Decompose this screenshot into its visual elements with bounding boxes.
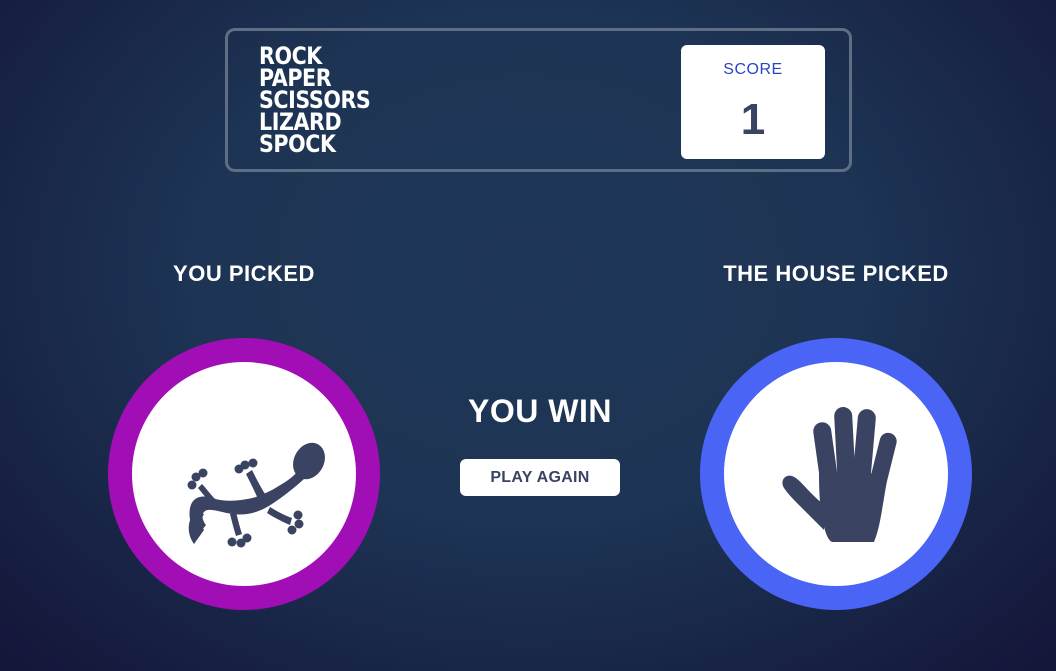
you-picked-label: YOU PICKED bbox=[173, 261, 315, 286]
scoreboard-header: ROCK PAPER SCISSORS LIZARD SPOCK SCORE 1 bbox=[225, 28, 852, 172]
title-word: SPOCK bbox=[259, 130, 336, 158]
result-text: YOU WIN bbox=[468, 393, 612, 429]
spock-hand-icon bbox=[782, 407, 897, 542]
score-label: SCORE bbox=[723, 61, 783, 78]
house-picked-label: THE HOUSE PICKED bbox=[723, 261, 949, 286]
house-choice-token bbox=[700, 338, 972, 610]
player-choice-token bbox=[108, 338, 380, 610]
play-again-button[interactable]: PLAY AGAIN bbox=[460, 459, 620, 496]
player-token-face bbox=[132, 362, 356, 586]
game-title: ROCK PAPER SCISSORS LIZARD SPOCK bbox=[259, 44, 389, 158]
score-box: SCORE 1 bbox=[681, 45, 825, 159]
score-value: 1 bbox=[740, 95, 766, 144]
house-token-face bbox=[724, 362, 948, 586]
lizard-icon bbox=[187, 442, 325, 548]
